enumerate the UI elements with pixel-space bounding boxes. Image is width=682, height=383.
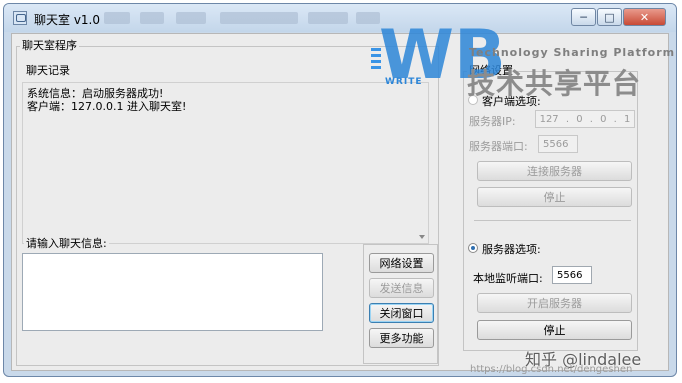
title-decor-2 <box>140 12 164 24</box>
client-stop-button[interactable]: 停止 <box>477 187 632 207</box>
start-server-button[interactable]: 开启服务器 <box>477 293 632 313</box>
title-decor-5 <box>308 12 348 24</box>
chat-log-line: 客户端：127.0.0.1 进入聊天室! <box>27 100 187 113</box>
listen-port-label: 本地监听端口: <box>473 272 543 285</box>
ip-dot: . <box>589 113 593 125</box>
main-group-label: 聊天室程序 <box>20 39 79 52</box>
server-radio[interactable] <box>468 243 478 253</box>
ip-octet: 0 <box>576 113 583 125</box>
server-ip-label: 服务器IP: <box>469 115 516 128</box>
network-settings-button[interactable]: 网络设置 <box>369 253 434 273</box>
maximize-button[interactable]: □ <box>597 8 622 26</box>
ip-octet: 0 <box>600 113 607 125</box>
message-input-label: 请输入聊天信息: <box>24 237 109 250</box>
ip-dot: . <box>565 113 570 125</box>
chat-log[interactable]: 系统信息：启动服务器成功! 客户端：127.0.0.1 进入聊天室! <box>22 82 429 244</box>
ip-octet: 1 <box>624 113 631 125</box>
close-window-button[interactable]: 关闭窗口 <box>369 303 434 323</box>
watermark-blog: https://blog.csdn.net/dengeshen <box>470 364 633 375</box>
watermark-logo: WB WRITE <box>371 18 506 94</box>
minimize-button[interactable]: ─ <box>571 8 596 26</box>
watermark-cn-title: 技术共享平台 <box>467 67 642 100</box>
title-decor-1 <box>104 12 130 24</box>
more-functions-button[interactable]: 更多功能 <box>369 328 434 348</box>
close-button[interactable]: ✕ <box>623 8 666 26</box>
title-decor-3 <box>176 12 206 24</box>
server-port-label: 服务器端口: <box>469 140 528 153</box>
server-radio-label: 服务器选项: <box>482 243 541 256</box>
app-icon <box>13 11 27 25</box>
connect-server-button[interactable]: 连接服务器 <box>477 161 632 181</box>
network-separator <box>474 220 631 221</box>
watermark-tagline: Technology Sharing Platform <box>469 46 676 59</box>
listen-port-field[interactable]: 5566 <box>552 266 592 284</box>
chat-window: 聊天室 v1.0 ─ □ ✕ 聊天室程序 聊天记录 系统信息：启动服务器成功! … <box>3 3 677 377</box>
title-bar[interactable]: 聊天室 v1.0 ─ □ ✕ <box>4 4 676 32</box>
watermark-logo-write: WRITE <box>385 77 423 87</box>
send-button[interactable]: 发送信息 <box>369 278 434 298</box>
ip-dot: . <box>613 113 617 125</box>
title-decor-4 <box>220 12 298 24</box>
server-ip-field[interactable]: 127 . 0 . 0 . 1 <box>535 110 635 128</box>
server-port-field[interactable]: 5566 <box>538 135 578 153</box>
scroll-down-arrow-icon[interactable] <box>419 235 425 239</box>
server-stop-button[interactable]: 停止 <box>477 320 632 340</box>
window-title: 聊天室 v1.0 <box>34 13 101 27</box>
ip-octet: 127 <box>539 113 559 125</box>
chat-log-label: 聊天记录 <box>24 64 72 77</box>
message-input[interactable] <box>22 253 323 331</box>
